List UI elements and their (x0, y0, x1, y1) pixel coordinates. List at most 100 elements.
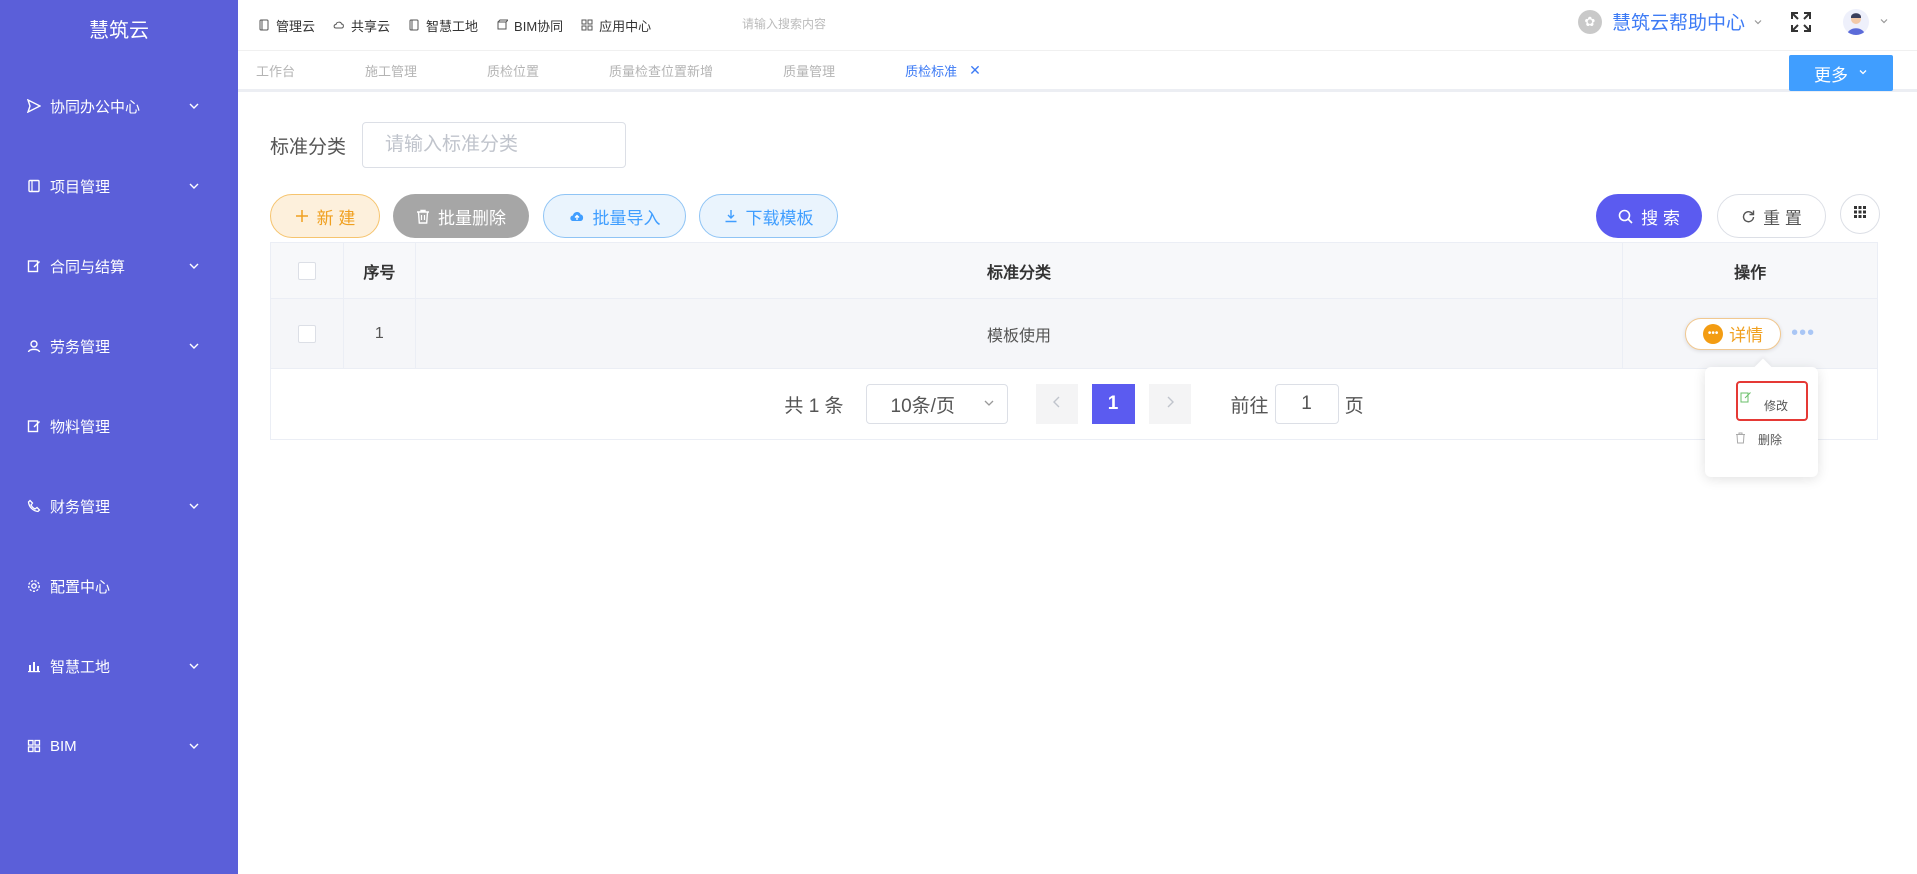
sidebar-item-collab-office[interactable]: 协同办公中心 (0, 66, 238, 146)
sidebar-menu: 协同办公中心 项目管理 合同与结算 劳务管理 物料管理 财务管理 配置中心 智慧… (0, 66, 238, 786)
row-checkbox[interactable] (297, 324, 316, 343)
new-button-label: 新 建 (316, 208, 356, 228)
chevron-down-icon (188, 739, 202, 753)
edit-menu-item[interactable]: 修改 (1736, 381, 1808, 421)
apps-grid-icon (1853, 204, 1867, 224)
tab-workbench[interactable]: 工作台 (256, 61, 295, 80)
send-icon (26, 98, 42, 114)
more-actions-icon[interactable]: ••• (1791, 322, 1815, 345)
new-button[interactable]: 新 建 (270, 194, 380, 238)
sidebar-item-bim[interactable]: BIM (0, 706, 238, 786)
topnav-item-shared-cloud[interactable]: 共享云 (333, 16, 390, 35)
download-template-button[interactable]: 下载模板 (699, 194, 838, 238)
goto-page-input[interactable] (1274, 384, 1339, 424)
row-category: 模板使用 (416, 299, 1624, 368)
trash-icon (416, 209, 430, 224)
pagination: 共 1 条 10条/页 1 前往 页 (271, 369, 1877, 439)
header-select-cell (271, 243, 344, 298)
help-center-menu[interactable]: ✿ 慧筑云帮助中心 (1577, 8, 1763, 35)
chevron-right-icon (1165, 395, 1175, 413)
more-tabs-button[interactable]: 更多 (1789, 55, 1893, 91)
tab-bar: 工作台 施工管理 质检位置 质量检查位置新增 质量管理 质检标准 ✕ 更多 (238, 50, 1917, 92)
delete-menu-item[interactable]: 删除 (1735, 431, 1782, 448)
sidebar-item-label: 协同办公中心 (50, 98, 141, 116)
sidebar-item-label: 智慧工地 (50, 658, 111, 676)
reset-button[interactable]: 重 置 (1717, 194, 1826, 238)
chevron-down-icon (1753, 11, 1763, 33)
page-number-current[interactable]: 1 (1091, 384, 1135, 424)
book-icon (408, 19, 420, 31)
sidebar-item-config[interactable]: 配置中心 (0, 546, 238, 626)
batch-delete-label: 批量删除 (438, 208, 506, 228)
sidebar-item-contract[interactable]: 合同与结算 (0, 226, 238, 306)
chevron-down-icon (188, 99, 202, 113)
doc-icon (258, 19, 270, 31)
topnav-item-label: 应用中心 (599, 18, 652, 34)
search-button-label: 搜 索 (1641, 208, 1680, 228)
batch-import-label: 批量导入 (592, 208, 661, 228)
sidebar-item-project[interactable]: 项目管理 (0, 146, 238, 226)
detail-button[interactable]: ••• 详情 (1685, 317, 1782, 350)
column-settings-button[interactable] (1840, 194, 1880, 234)
pagination-total: 共 1 条 (784, 395, 844, 417)
standard-category-input[interactable] (362, 122, 627, 168)
search-button[interactable]: 搜 索 (1596, 194, 1702, 238)
fullscreen-icon[interactable] (1789, 10, 1813, 34)
filter-label: 标准分类 (270, 136, 347, 158)
chevron-down-icon (188, 339, 202, 353)
book-icon (26, 178, 42, 194)
next-page-button[interactable] (1148, 384, 1191, 424)
page-size-select[interactable]: 10条/页 (865, 384, 1008, 424)
download-icon (724, 209, 738, 223)
tab-add-inspection-location[interactable]: 质量检查位置新增 (609, 61, 713, 80)
refresh-icon (1741, 209, 1755, 223)
close-icon[interactable]: ✕ (969, 62, 981, 79)
sidebar-item-smart-site[interactable]: 智慧工地 (0, 626, 238, 706)
standards-table: 序号 标准分类 操作 1 模板使用 ••• 详情 ••• 共 1 条 10条/页 (270, 242, 1878, 440)
sidebar-item-label: 项目管理 (50, 178, 111, 196)
sidebar-item-material[interactable]: 物料管理 (0, 386, 238, 466)
table-row: 1 模板使用 ••• 详情 ••• (271, 299, 1877, 369)
user-icon (26, 338, 42, 354)
row-operations: ••• 详情 ••• (1623, 299, 1877, 368)
topnav-item-management-cloud[interactable]: 管理云 (258, 16, 315, 35)
edit-icon (1740, 391, 1752, 406)
tab-inspection-standard[interactable]: 质检标准 ✕ (905, 61, 981, 80)
chevron-down-icon[interactable] (1879, 13, 1889, 31)
topnav-item-smart-site[interactable]: 智慧工地 (408, 16, 478, 35)
topnav-item-bim[interactable]: BIM协同 (496, 16, 563, 35)
filter-bar: 标准分类 (270, 122, 627, 168)
detail-button-label: 详情 (1729, 326, 1764, 345)
reset-button-label: 重 置 (1763, 208, 1802, 228)
tab-label: 工作台 (256, 63, 296, 79)
sidebar-item-label: 劳务管理 (50, 338, 111, 356)
global-search-input[interactable]: 请输入搜索内容 (742, 15, 826, 32)
top-right-actions: ✿ 慧筑云帮助中心 (1577, 8, 1889, 35)
tab-quality-management[interactable]: 质量管理 (783, 61, 835, 80)
sidebar-item-label: 物料管理 (50, 418, 111, 436)
sidebar-item-labor[interactable]: 劳务管理 (0, 306, 238, 386)
prev-page-button[interactable] (1035, 384, 1078, 424)
header-no: 序号 (344, 243, 416, 298)
tab-construction[interactable]: 施工管理 (365, 61, 417, 80)
header-operation: 操作 (1734, 264, 1767, 282)
sidebar-item-label: 财务管理 (50, 498, 111, 516)
goto-prefix: 前往 (1230, 395, 1269, 417)
select-all-checkbox[interactable] (297, 261, 316, 280)
chevron-down-icon (188, 179, 202, 193)
phone-icon (26, 498, 42, 514)
help-center-icon: ✿ (1577, 9, 1602, 34)
chevron-left-icon (1052, 395, 1062, 413)
more-circle-icon: ••• (1703, 323, 1724, 344)
tab-label: 质量检查位置新增 (609, 63, 714, 79)
goto-suffix: 页 (1344, 395, 1364, 417)
batch-import-button[interactable]: 批量导入 (543, 194, 686, 238)
sidebar-item-label: 配置中心 (50, 578, 111, 596)
topnav-item-app-center[interactable]: 应用中心 (581, 16, 651, 35)
sidebar: 慧筑云 协同办公中心 项目管理 合同与结算 劳务管理 物料管理 财务管理 配置中… (0, 0, 238, 874)
tab-inspection-location[interactable]: 质检位置 (487, 61, 539, 80)
sidebar-item-finance[interactable]: 财务管理 (0, 466, 238, 546)
avatar[interactable] (1843, 8, 1869, 35)
batch-delete-button[interactable]: 批量删除 (393, 194, 529, 238)
chevron-down-icon (188, 259, 202, 273)
